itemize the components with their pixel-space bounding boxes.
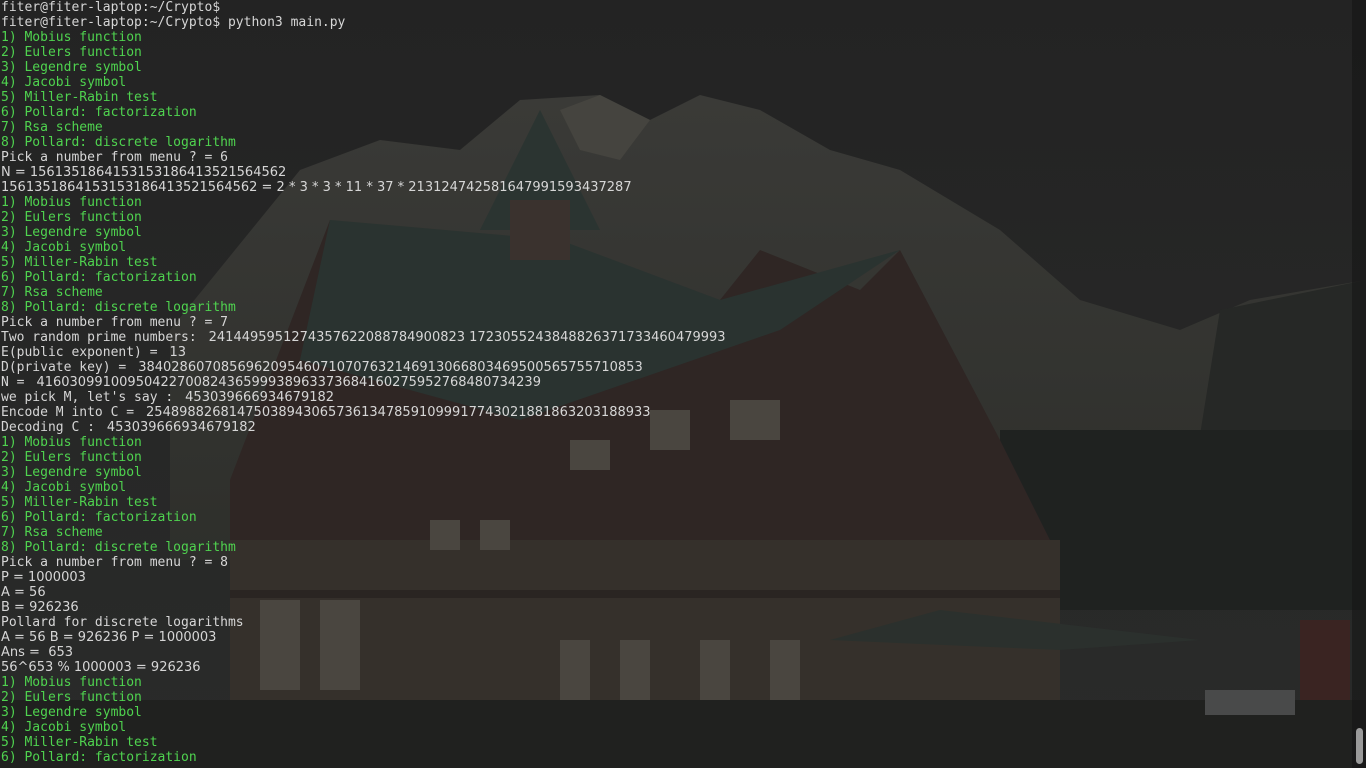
menu-pick-line: Pick a number from menu ? = 8: [1, 555, 228, 570]
menu-item: 3) Legendre symbol: [1, 705, 142, 720]
menu-item: 2) Eulers function: [1, 690, 142, 705]
menu-pick-line: Pick a number from menu ? = 7: [1, 315, 228, 330]
menu-item: 1) Mobius function: [1, 435, 142, 450]
menu-item: 7) Rsa scheme: [1, 285, 103, 300]
menu-item: 5) Miller-Rabin test: [1, 255, 158, 270]
rsa-e-line: E(public exponent) = 13: [1, 345, 1352, 360]
rsa-primes-label: Two random prime numbers:: [1, 330, 205, 345]
rsa-decode-line: Decoding C : 453039666934679182: [1, 420, 1352, 435]
dlog-check-line: 56^653 % 1000003 = 926236: [1, 660, 201, 675]
rsa-n-label: N =: [1, 375, 33, 390]
factor-n-line: N = 1561351864153153186413521564562: [1, 165, 287, 180]
rsa-primes-line: Two random prime numbers: 24144959512743…: [1, 330, 1352, 345]
rsa-decode-label: Decoding C :: [1, 420, 103, 435]
menu-item: 8) Pollard: discrete logarithm: [1, 540, 236, 555]
dlog-answer-line: Ans = 653: [1, 645, 74, 660]
menu-item: 6) Pollard: factorization: [1, 510, 197, 525]
rsa-e-label: E(public exponent) =: [1, 345, 166, 360]
prompt-line: fiter@fiter-laptop:~/Crypto$: [1, 0, 221, 15]
menu-item: 1) Mobius function: [1, 675, 142, 690]
menu-item: 4) Jacobi symbol: [1, 480, 127, 495]
dlog-p-line: P = 1000003: [1, 570, 86, 585]
menu-item: 5) Miller-Rabin test: [1, 495, 158, 510]
terminal-output[interactable]: fiter@fiter-laptop:~/Crypto$ fiter@fiter…: [0, 0, 1352, 768]
menu-item: 7) Rsa scheme: [1, 525, 103, 540]
rsa-m-value: 453039666934679182: [181, 390, 335, 405]
rsa-n-line: N = 416030991009504227008243659993896337…: [1, 375, 1352, 390]
menu-item: 8) Pollard: discrete logarithm: [1, 300, 236, 315]
command-line: fiter@fiter-laptop:~/Crypto$ python3 mai…: [1, 15, 346, 30]
dlog-b-line: B = 926236: [1, 600, 79, 615]
menu-item: 8) Pollard: discrete logarithm: [1, 135, 236, 150]
menu-item: 6) Pollard: factorization: [1, 105, 197, 120]
menu-item: 4) Jacobi symbol: [1, 720, 127, 735]
scrollbar-thumb[interactable]: [1356, 728, 1363, 764]
rsa-c-label: Encode M into C =: [1, 405, 142, 420]
rsa-e-value: 13: [165, 345, 187, 360]
menu-item: 5) Miller-Rabin test: [1, 90, 158, 105]
menu-item: 7) Rsa scheme: [1, 120, 103, 135]
rsa-d-line: D(private key) = 38402860708569620954607…: [1, 360, 1352, 375]
rsa-decode-value: 453039666934679182: [102, 420, 256, 435]
menu-item: 1) Mobius function: [1, 195, 142, 210]
terminal-scrollbar[interactable]: [1352, 0, 1366, 768]
menu-item: 6) Pollard: factorization: [1, 750, 197, 765]
rsa-d-label: D(private key) =: [1, 360, 135, 375]
rsa-n-value: 4160309910095042270082436599938963373684…: [32, 375, 541, 390]
menu-item: 3) Legendre symbol: [1, 465, 142, 480]
menu-item: 2) Eulers function: [1, 210, 142, 225]
dlog-params-line: A = 56 B = 926236 P = 1000003: [1, 630, 217, 645]
dlog-a-line: A = 56: [1, 585, 46, 600]
factorization-result: 1561351864153153186413521564562 = 2 * 3 …: [1, 180, 632, 195]
rsa-c-value: 2548988268147503894306573613478591099917…: [141, 405, 651, 420]
menu-item: 6) Pollard: factorization: [1, 270, 197, 285]
rsa-d-value: 3840286070856962095460710707632146913066…: [134, 360, 643, 375]
menu-item: 4) Jacobi symbol: [1, 75, 127, 90]
menu-item: 2) Eulers function: [1, 450, 142, 465]
rsa-c-line: Encode M into C = 2548988268147503894306…: [1, 405, 1352, 420]
dlog-title-line: Pollard for discrete logarithms: [1, 615, 244, 630]
menu-item: 2) Eulers function: [1, 45, 142, 60]
menu-item: 3) Legendre symbol: [1, 60, 142, 75]
menu-item: 3) Legendre symbol: [1, 225, 142, 240]
menu-item: 1) Mobius function: [1, 30, 142, 45]
rsa-m-line: we pick M, let's say : 45303966693467918…: [1, 390, 1352, 405]
menu-item: 4) Jacobi symbol: [1, 240, 127, 255]
rsa-primes-value: 2414495951274357622088784900823 17230552…: [204, 330, 726, 345]
menu-item: 5) Miller-Rabin test: [1, 735, 158, 750]
desktop-screen: fiter@fiter-laptop:~/Crypto$ fiter@fiter…: [0, 0, 1366, 768]
menu-pick-line: Pick a number from menu ? = 6: [1, 150, 228, 165]
rsa-m-label: we pick M, let's say :: [1, 390, 182, 405]
